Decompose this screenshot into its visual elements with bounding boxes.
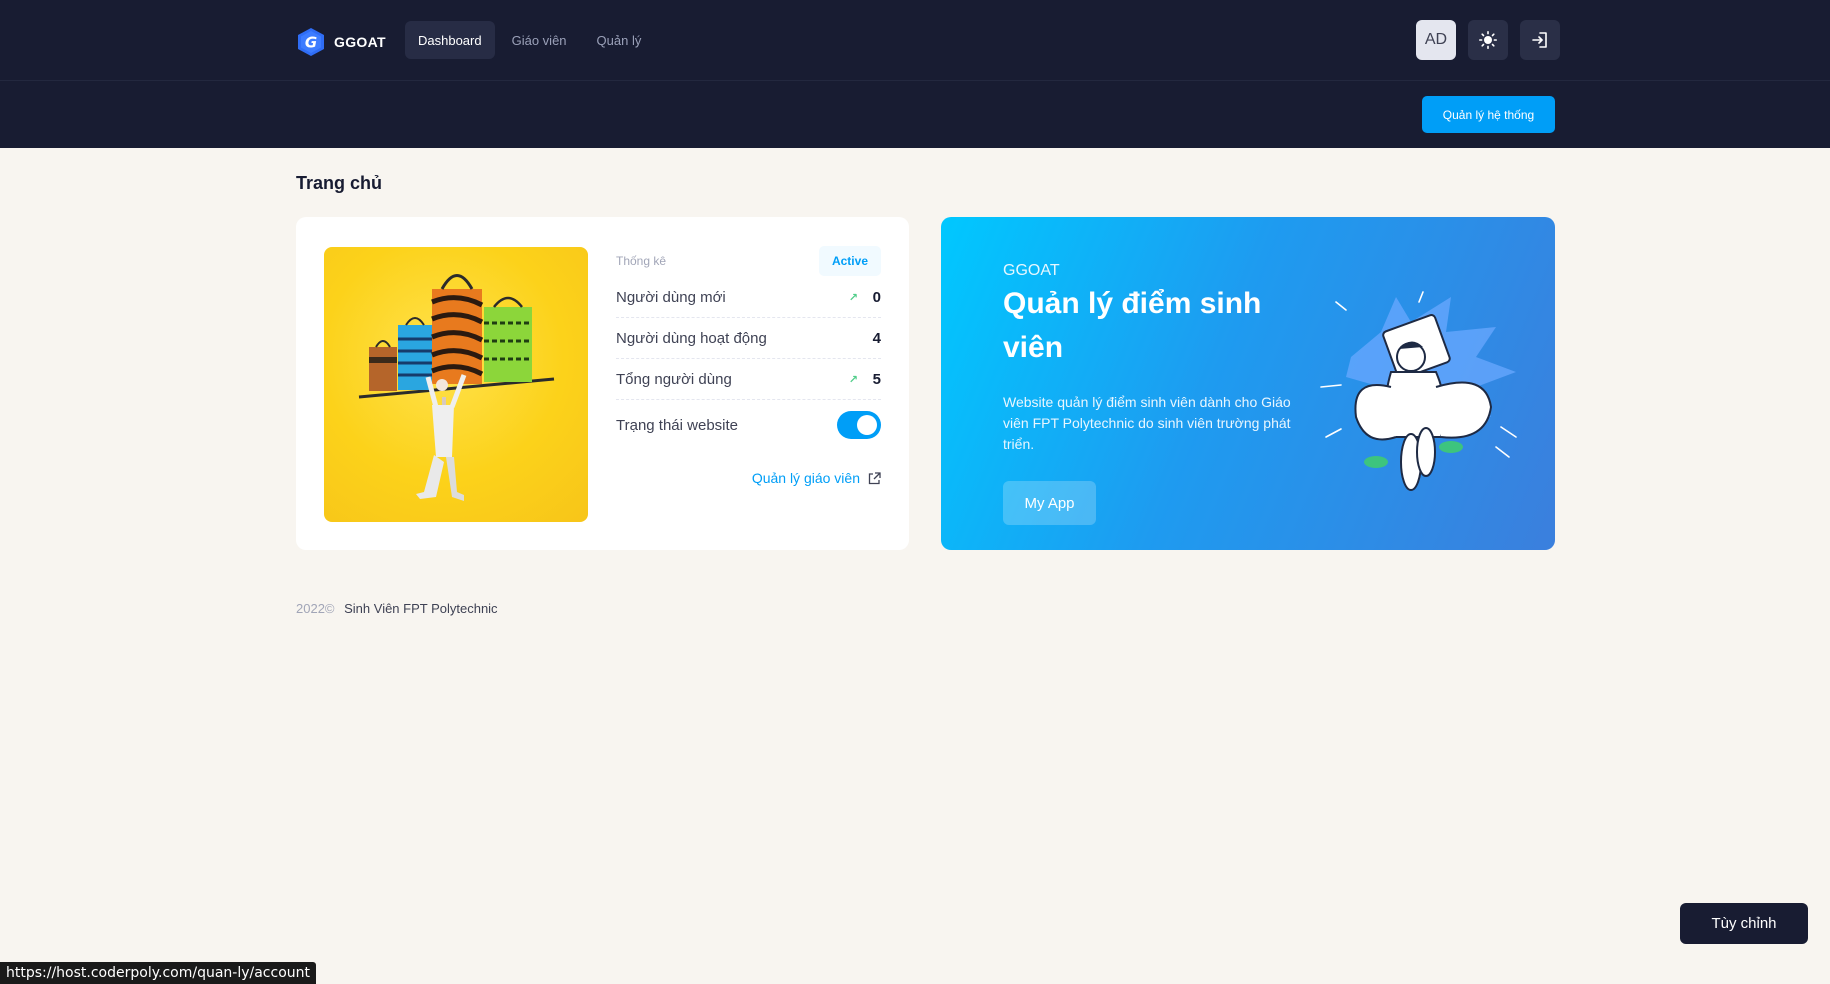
top-actions: AD: [1416, 20, 1560, 60]
my-app-button[interactable]: My App: [1003, 481, 1096, 525]
stat-label: Người dùng hoạt động: [616, 329, 767, 347]
website-status-toggle[interactable]: [837, 411, 881, 439]
stat-value: 5: [872, 370, 881, 388]
page-title: Trang chủ: [296, 173, 383, 193]
hero-banner: GGOAT Quản lý điểm sinh viên Website quả…: [941, 217, 1555, 550]
website-status-label: Trạng thái website: [616, 416, 739, 434]
manage-teachers-link[interactable]: Quản lý giáo viên: [616, 470, 881, 486]
cyclist-illustration: [1320, 291, 1517, 491]
stats-panel: Thống kê Active Người dùng mới ↗ 0 Người…: [616, 245, 881, 486]
theme-toggle-button[interactable]: [1468, 20, 1508, 60]
hero-title: Quản lý điểm sinh viên: [1003, 287, 1262, 364]
user-avatar[interactable]: AD: [1416, 20, 1456, 60]
brand-name: GGOAT: [334, 34, 386, 50]
brand[interactable]: G GGOAT: [296, 27, 386, 57]
status-bar-url: https://host.coderpoly.com/quan-ly/accou…: [0, 962, 317, 984]
trend-up-icon: ↗: [848, 291, 858, 304]
stat-label: Tổng người dùng: [616, 370, 732, 388]
footer-year: 2022©: [296, 601, 335, 616]
navbar-divider: [0, 80, 1830, 81]
stat-value: 4: [872, 329, 881, 347]
main-nav: Dashboard Giáo viên Quản lý: [405, 21, 654, 59]
trend-up-icon: ↗: [848, 373, 858, 386]
nav-giao-vien[interactable]: Giáo viên: [499, 21, 580, 59]
shopping-bags-illustration: [324, 247, 588, 522]
manage-teachers-label: Quản lý giáo viên: [751, 470, 860, 486]
status-badge: Active: [818, 246, 881, 276]
external-link-icon: [868, 471, 881, 484]
system-management-button[interactable]: Quản lý hệ thống: [1422, 96, 1555, 133]
sign-out-icon: [1532, 32, 1547, 48]
stat-label: Người dùng mới: [616, 288, 726, 306]
nav-quan-ly[interactable]: Quản lý: [584, 21, 655, 59]
sun-icon: [1479, 31, 1497, 49]
customize-button[interactable]: Tùy chỉnh: [1680, 903, 1808, 944]
footer-owner-link[interactable]: Sinh Viên FPT Polytechnic: [344, 601, 497, 616]
logout-button[interactable]: [1520, 20, 1560, 60]
stat-row-new-users: Người dùng mới ↗ 0: [616, 277, 881, 318]
stats-label: Thống kê: [616, 254, 667, 268]
footer: 2022© Sinh Viên FPT Polytechnic: [296, 601, 498, 616]
hero-eyebrow: GGOAT: [1003, 262, 1060, 279]
top-navbar: G GGOAT Dashboard Giáo viên Quản lý AD Q…: [0, 0, 1830, 148]
stats-card: Thống kê Active Người dùng mới ↗ 0 Người…: [296, 217, 909, 550]
brand-logo-letter: G: [305, 34, 317, 52]
nav-dashboard[interactable]: Dashboard: [405, 21, 495, 59]
stat-row-website-status: Trạng thái website: [616, 400, 881, 450]
stat-row-total-users: Tổng người dùng ↗ 5: [616, 359, 881, 400]
hero-description: Website quản lý điểm sinh viên dành cho …: [1003, 394, 1291, 452]
stat-row-active-users: Người dùng hoạt động 4: [616, 318, 881, 359]
brand-logo-icon: G: [298, 28, 324, 56]
stat-value: 0: [872, 288, 881, 306]
